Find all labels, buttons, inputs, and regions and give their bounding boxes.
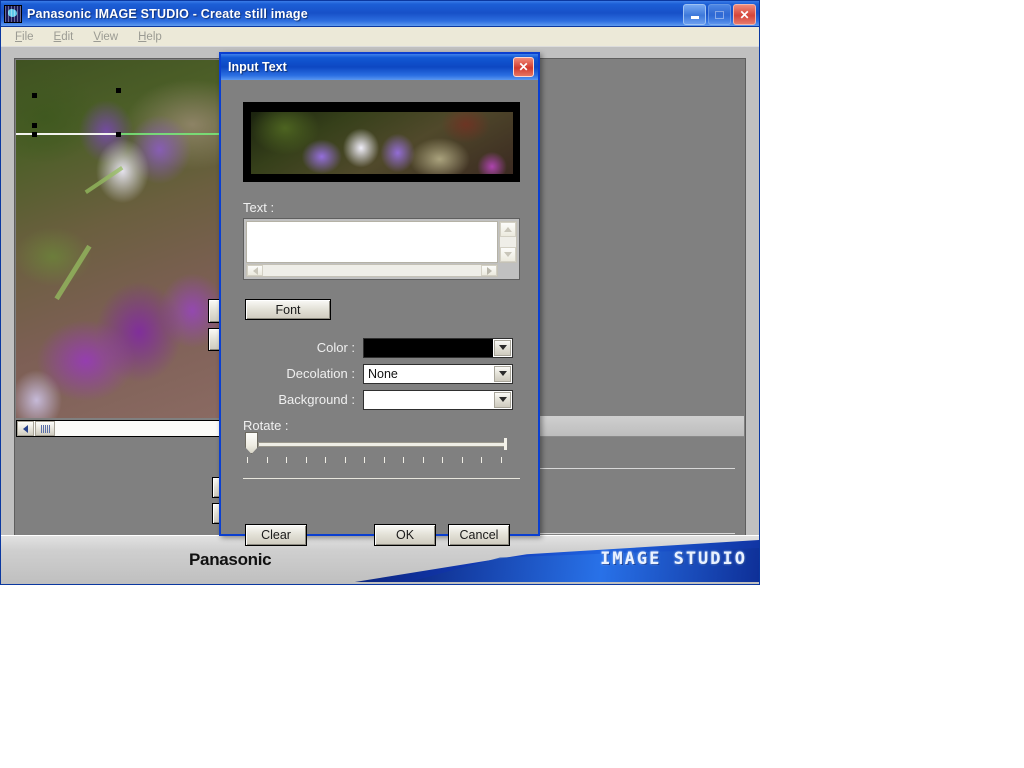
color-label: Color : bbox=[316, 340, 355, 355]
close-icon: ✕ bbox=[739, 7, 750, 22]
menu-item-help[interactable]: Help bbox=[130, 29, 170, 45]
color-swatch bbox=[364, 338, 493, 357]
selection-handle[interactable] bbox=[32, 132, 37, 137]
background-row: Background : bbox=[243, 389, 520, 410]
text-vertical-scrollbar[interactable] bbox=[499, 221, 517, 263]
maximize-button[interactable] bbox=[708, 4, 731, 25]
input-text-dialog: Input Text ✕ Text : Font Color : Decolat… bbox=[219, 52, 540, 546]
chevron-down-icon[interactable] bbox=[494, 339, 511, 356]
scroll-down-arrow-icon[interactable] bbox=[500, 247, 516, 262]
window-title: Panasonic IMAGE STUDIO - Create still im… bbox=[27, 6, 308, 21]
clear-button[interactable]: Clear bbox=[245, 524, 307, 546]
scroll-right-arrow-icon[interactable] bbox=[481, 265, 497, 276]
window-caption-buttons: ✕ bbox=[683, 4, 756, 25]
decolation-dropdown[interactable]: None bbox=[363, 363, 513, 384]
menu-item-edit[interactable]: Edit bbox=[46, 29, 82, 45]
image-horizontal-scrollbar[interactable] bbox=[16, 420, 221, 437]
background-label: Background : bbox=[278, 392, 355, 407]
text-input-area bbox=[243, 218, 520, 280]
text-field-label: Text : bbox=[243, 200, 275, 215]
dialog-titlebar[interactable]: Input Text ✕ bbox=[221, 54, 538, 80]
color-dropdown[interactable] bbox=[363, 337, 513, 358]
scroll-up-arrow-icon[interactable] bbox=[500, 222, 516, 237]
dialog-close-button[interactable]: ✕ bbox=[513, 57, 534, 77]
selection-handle[interactable] bbox=[32, 93, 37, 98]
rotate-slider-ticks bbox=[247, 457, 507, 464]
panasonic-logo: Panasonic bbox=[189, 550, 272, 569]
minimize-button[interactable] bbox=[683, 4, 706, 25]
rotate-slider-thumb[interactable] bbox=[245, 432, 258, 454]
text-preview-canvas[interactable] bbox=[243, 102, 520, 182]
menu-item-view[interactable]: View bbox=[85, 29, 126, 45]
dialog-title: Input Text bbox=[228, 60, 287, 74]
image-studio-wordmark: IMAGE STUDIO bbox=[600, 549, 747, 569]
crocus-photo bbox=[16, 60, 221, 418]
menu-item-file[interactable]: File bbox=[7, 29, 42, 45]
selection-handle[interactable] bbox=[116, 132, 121, 137]
rotate-slider-track[interactable] bbox=[258, 442, 506, 447]
decolation-row: Decolation : None bbox=[243, 363, 520, 384]
chevron-down-icon[interactable] bbox=[494, 365, 511, 382]
decolation-label: Decolation : bbox=[286, 366, 355, 381]
rotate-slider-end-cap bbox=[504, 438, 507, 450]
rotate-label: Rotate : bbox=[243, 418, 289, 433]
dialog-divider bbox=[243, 478, 520, 479]
ok-button[interactable]: OK bbox=[374, 524, 436, 546]
scroll-left-arrow-icon[interactable] bbox=[17, 421, 34, 436]
app-film-icon bbox=[4, 4, 22, 23]
dialog-body: Text : Font Color : Decolation : None Ba… bbox=[221, 80, 538, 546]
preview-crocus-photo bbox=[251, 112, 513, 174]
color-row: Color : bbox=[243, 337, 520, 358]
selection-handle[interactable] bbox=[116, 88, 121, 93]
text-input[interactable] bbox=[246, 221, 498, 263]
decolation-value: None bbox=[368, 366, 398, 381]
scrollbar-thumb[interactable] bbox=[35, 421, 55, 436]
scroll-left-arrow-icon[interactable] bbox=[247, 265, 263, 276]
text-horizontal-scrollbar[interactable] bbox=[246, 264, 498, 277]
selection-handle[interactable] bbox=[32, 123, 37, 128]
close-button[interactable]: ✕ bbox=[733, 4, 756, 25]
image-editor-panel bbox=[14, 58, 222, 538]
background-dropdown[interactable] bbox=[363, 389, 513, 410]
menu-bar: File Edit View Help bbox=[1, 27, 759, 47]
cancel-button[interactable]: Cancel bbox=[448, 524, 510, 546]
window-titlebar[interactable]: Panasonic IMAGE STUDIO - Create still im… bbox=[1, 1, 759, 27]
close-icon: ✕ bbox=[518, 60, 529, 74]
font-button[interactable]: Font bbox=[245, 299, 331, 320]
chevron-down-icon[interactable] bbox=[494, 391, 511, 408]
main-image-canvas[interactable] bbox=[16, 60, 221, 418]
